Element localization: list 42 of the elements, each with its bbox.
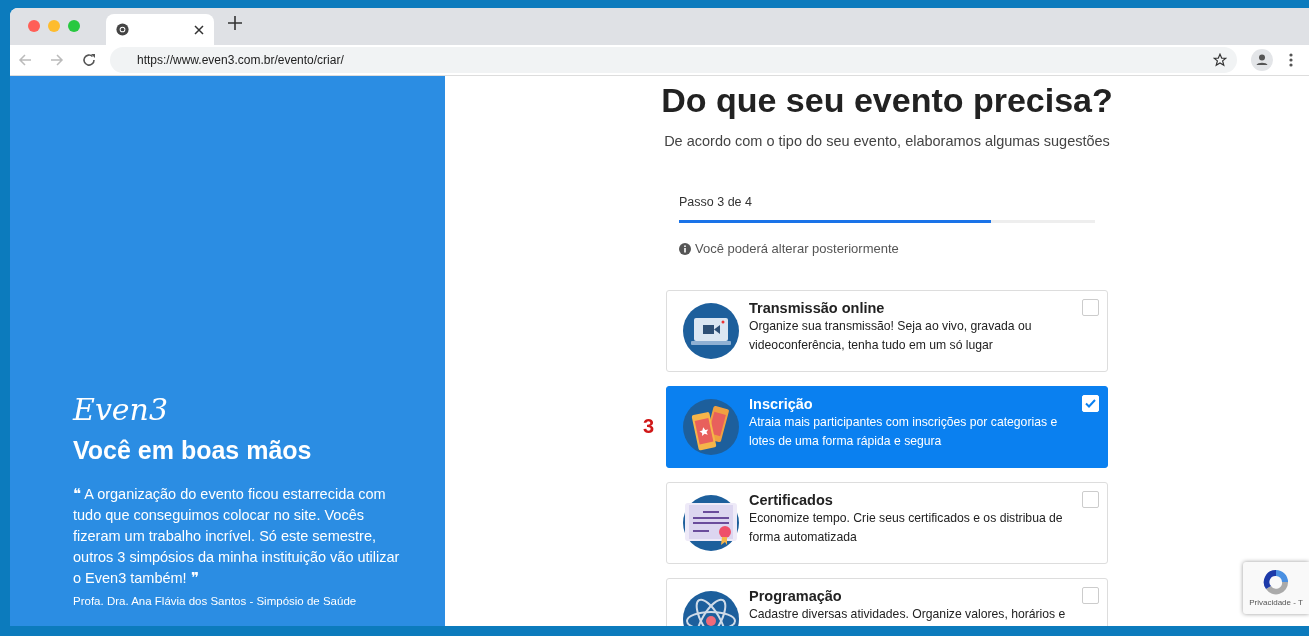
- option-card[interactable]: Transmissão online Organize sua transmissão! Seja ao vivo, gravada ou videoconferência, tenha tudo em um só lugar: [666, 290, 1108, 373]
- option-description: Economize tempo. Crie seus certificados e os distribua de forma automatizada: [749, 510, 1064, 547]
- option-card[interactable]: Programação Cadastre diversas atividades. Organize valores, horários e: [666, 578, 1108, 626]
- testimonial-quote: ❝ A organização do evento ficou estarrecida com tudo que conseguimos colocar no site. Vocês fizeram um trabalho incrível. Só este semestre, outros 3 simpósios da minha instituição vão utilizar o Even3 também! ❞: [73, 484, 401, 588]
- certificate-icon: [683, 495, 739, 552]
- annotation-number: 3: [643, 414, 655, 440]
- menu-icon[interactable]: [1289, 53, 1293, 67]
- video-call-icon: [683, 303, 739, 360]
- option-description: Atraia mais participantes com inscrições por categorias e lotes de uma forma rápida e segura: [749, 414, 1059, 451]
- tickets-icon: [683, 399, 739, 456]
- close-icon[interactable]: [194, 24, 204, 35]
- option-title: Certificados: [749, 491, 834, 510]
- reload-icon[interactable]: [82, 53, 96, 67]
- privacy-link[interactable]: Privacidade - T: [1249, 597, 1303, 609]
- page-title: Do que seu evento precisa?: [661, 82, 1113, 120]
- option-title: Inscrição: [749, 395, 814, 414]
- url-text: https://www.even3.com.br/evento/criar/: [137, 52, 345, 69]
- note-text: Você poderá alterar posteriormente: [695, 239, 899, 258]
- checkbox[interactable]: [1082, 299, 1099, 317]
- testimonial-author: Profa. Dra. Ana Flávia dos Santos - Simpósio de Saúde: [73, 593, 358, 609]
- recaptcha-icon: [1261, 567, 1291, 597]
- checkbox[interactable]: [1082, 491, 1099, 509]
- star-icon[interactable]: [1213, 53, 1227, 67]
- profile-icon[interactable]: [1251, 49, 1273, 71]
- step-label: Passo 3 de 4: [679, 194, 753, 212]
- option-description: Organize sua transmissão! Seja ao vivo, gravada ou videoconferência, tenha tudo em um só lugar: [749, 318, 1033, 355]
- sidebar-title: Você em boas mãos: [73, 435, 313, 467]
- option-card[interactable]: Certificados Economize tempo. Crie seus certificados e os distribua de forma automatizada: [666, 482, 1108, 565]
- option-title: Transmissão online: [749, 299, 886, 318]
- option-title: Programação: [749, 587, 843, 606]
- check-icon: [1085, 399, 1096, 409]
- browser-logo-icon: [116, 23, 129, 36]
- recaptcha-badge[interactable]: Privacidade - T: [1243, 562, 1309, 614]
- checkbox[interactable]: [1082, 587, 1099, 605]
- close-window-icon[interactable]: [28, 19, 40, 32]
- info-icon: [679, 242, 691, 255]
- browser-tab[interactable]: [106, 14, 214, 45]
- address-bar[interactable]: https://www.even3.com.br/evento/criar/: [110, 47, 1237, 73]
- logo: Even3: [73, 393, 168, 427]
- new-tab-icon[interactable]: [228, 15, 242, 30]
- option-description: Cadastre diversas atividades. Organize valores, horários e: [749, 606, 1067, 624]
- page-subtitle: De acordo com o tipo do seu evento, elaboramos algumas sugestões: [664, 132, 1110, 152]
